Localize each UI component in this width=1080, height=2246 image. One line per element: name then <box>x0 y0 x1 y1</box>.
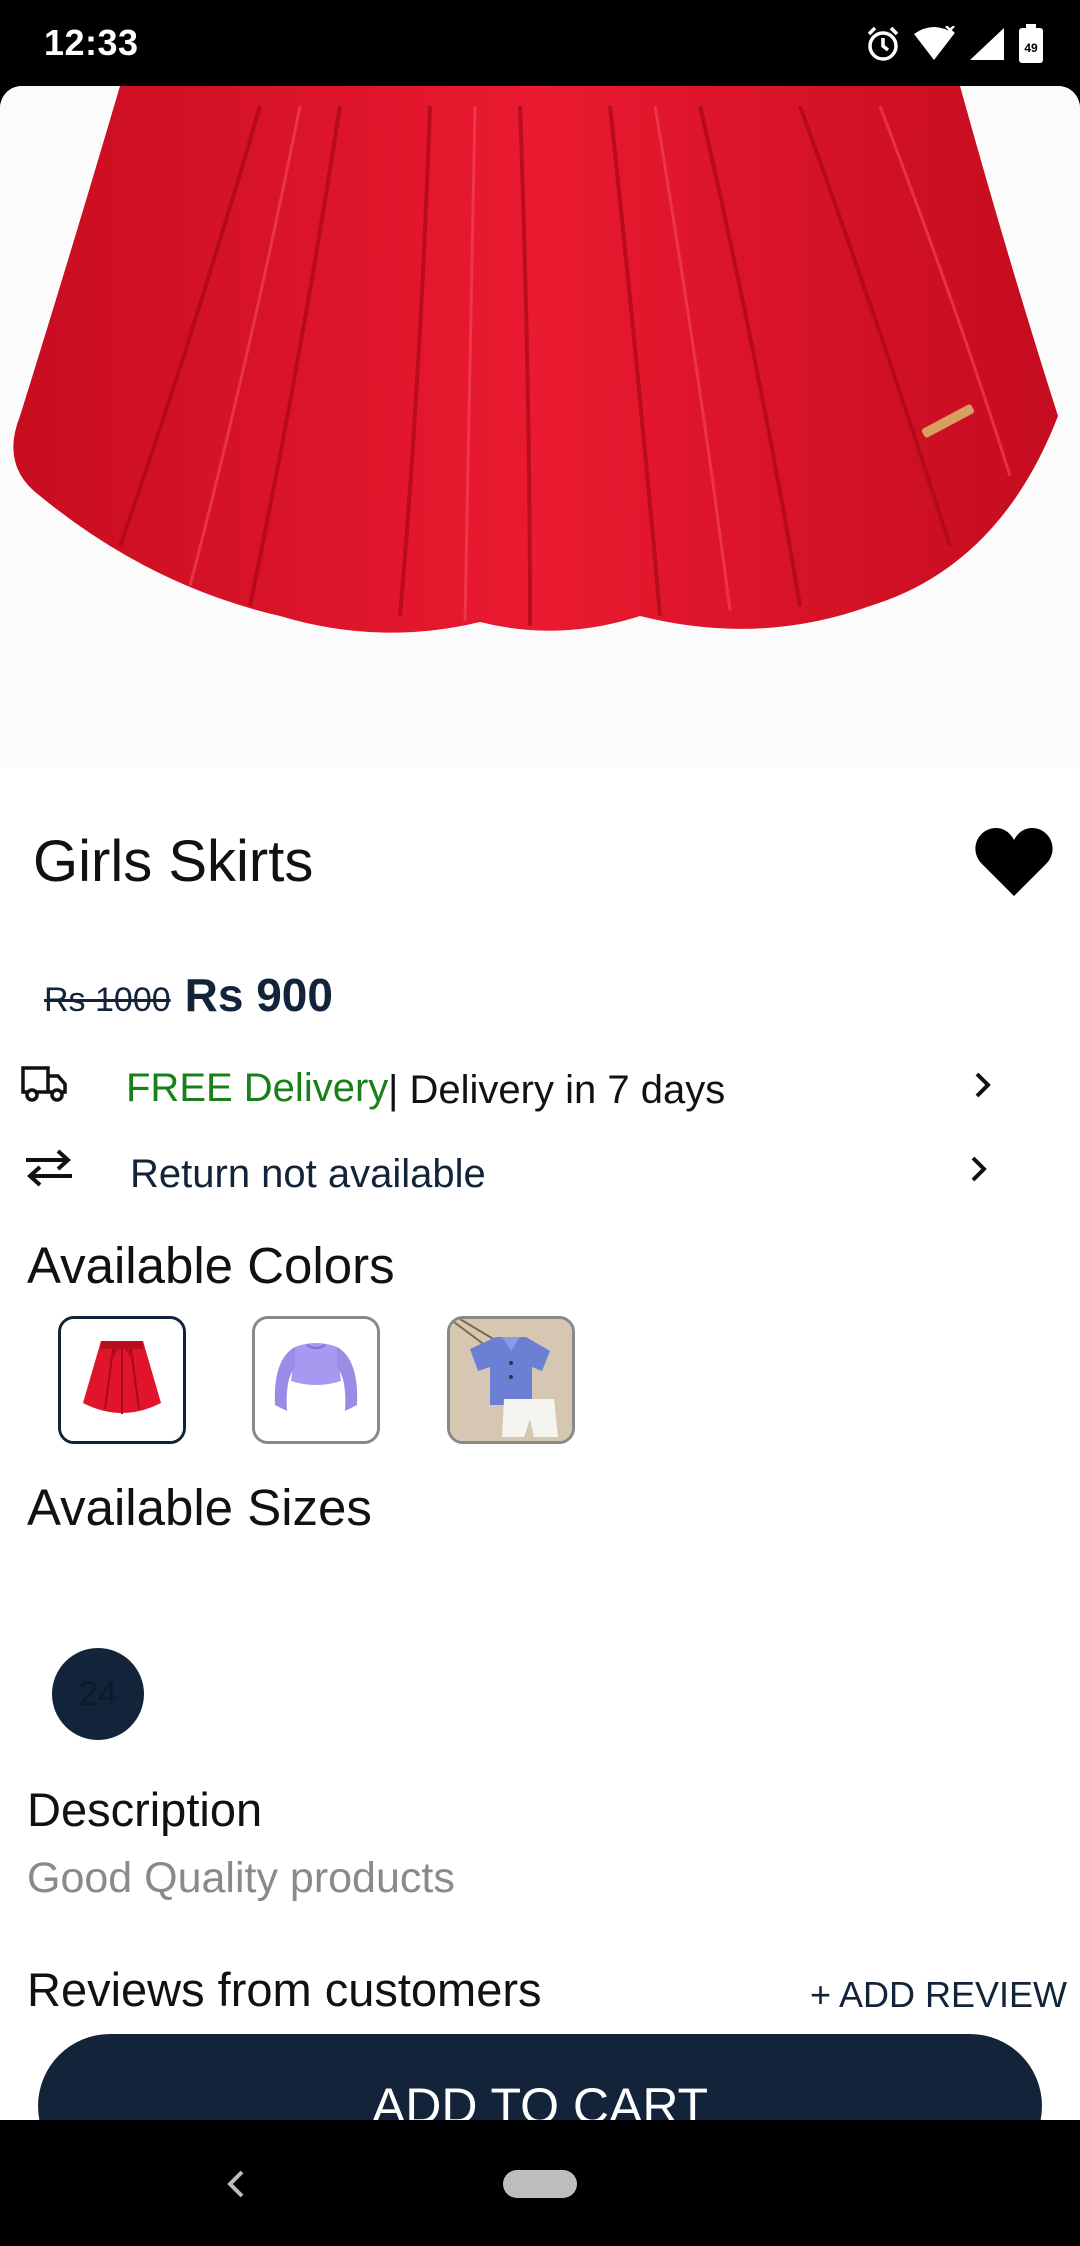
free-delivery-label: FREE Delivery <box>126 1066 389 1110</box>
price-row: Rs 1000 Rs 900 <box>44 968 333 1022</box>
return-info-row[interactable]: Return not available <box>0 1142 1080 1208</box>
add-review-link[interactable]: + ADD REVIEW <box>810 1974 1067 2016</box>
color-swatch-red[interactable] <box>58 1316 186 1444</box>
chevron-right-icon <box>972 1068 994 1107</box>
description-text: Good Quality products <box>27 1854 455 1902</box>
favorite-button[interactable] <box>974 826 1054 900</box>
truck-icon <box>20 1064 68 1109</box>
delivery-info-row[interactable]: FREE Delivery | Delivery in 7 days <box>0 1058 1080 1124</box>
color-swatch-blue[interactable] <box>447 1316 575 1444</box>
product-detail-screen: Girls Skirts Rs 1000 Rs 900 FREE Deliver… <box>0 86 1080 2120</box>
add-to-cart-button[interactable]: ADD TO CART <box>38 2034 1042 2120</box>
size-option[interactable]: 24 <box>52 1648 144 1740</box>
chevron-right-icon <box>968 1152 990 1191</box>
delivery-time-label: | Delivery in 7 days <box>388 1068 726 1112</box>
blue-shirt-set-thumbnail <box>450 1319 572 1441</box>
sizes-heading: Available Sizes <box>27 1479 372 1536</box>
swap-arrows-icon <box>24 1148 74 1193</box>
red-skirt-illustration <box>13 86 1058 633</box>
product-title: Girls Skirts <box>33 829 314 894</box>
status-bar: 12:33 49 <box>0 0 1080 86</box>
home-pill-button[interactable] <box>503 2170 577 2198</box>
return-policy-label: Return not available <box>130 1152 486 1196</box>
system-nav-bar <box>0 2120 1080 2246</box>
back-icon[interactable] <box>216 2162 256 2211</box>
red-skirt-thumbnail <box>61 1319 183 1441</box>
product-image[interactable] <box>0 86 1080 768</box>
alarm-icon <box>866 25 900 63</box>
colors-heading: Available Colors <box>27 1237 395 1294</box>
battery-icon: 49 <box>1018 24 1044 64</box>
wifi-icon <box>912 26 956 62</box>
status-icons: 49 <box>866 22 1044 66</box>
reviews-heading: Reviews from customers <box>27 1963 542 2016</box>
sale-price: Rs 900 <box>184 969 333 1021</box>
description-heading: Description <box>27 1783 263 1836</box>
color-swatch-lavender[interactable] <box>252 1316 380 1444</box>
cell-signal-icon <box>968 26 1006 62</box>
lavender-top-thumbnail <box>255 1319 377 1441</box>
heart-icon <box>975 828 1053 896</box>
original-price: Rs 1000 <box>44 981 171 1019</box>
status-time: 12:33 <box>44 22 139 63</box>
battery-level-text: 49 <box>1024 41 1038 55</box>
